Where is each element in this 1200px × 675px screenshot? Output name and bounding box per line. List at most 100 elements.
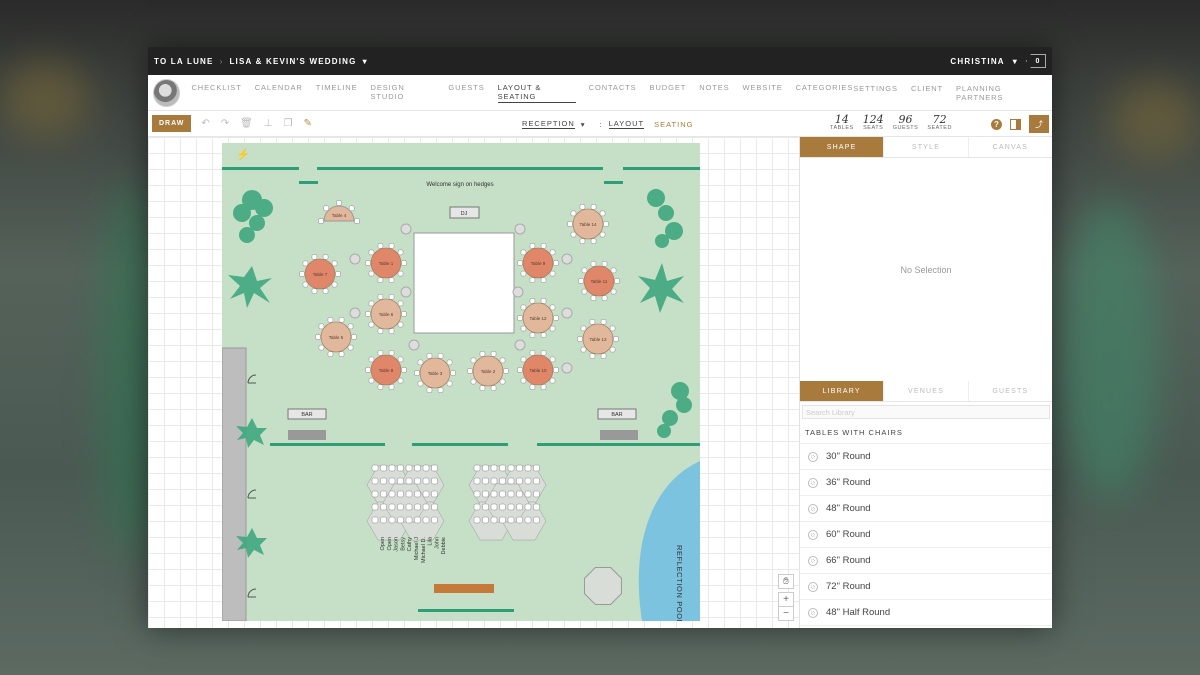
chair[interactable] — [397, 321, 404, 328]
brand-link[interactable]: TO LA LUNE — [154, 57, 214, 66]
chair[interactable] — [354, 218, 360, 224]
dance-floor[interactable] — [413, 232, 515, 334]
chair[interactable] — [590, 295, 597, 301]
ceremony-chair[interactable] — [473, 503, 481, 511]
chair[interactable] — [601, 261, 608, 267]
chair[interactable] — [581, 267, 588, 274]
avatar[interactable] — [153, 78, 181, 107]
chair[interactable] — [323, 205, 330, 212]
table-table-6[interactable]: Table 6 — [365, 294, 407, 334]
chair[interactable] — [368, 356, 375, 363]
chair[interactable] — [553, 315, 559, 321]
ceremony-chair[interactable] — [405, 490, 413, 498]
chair[interactable] — [446, 359, 453, 366]
library-item[interactable]: 36" Round — [800, 470, 1052, 496]
ceremony-chair[interactable] — [422, 516, 430, 524]
tab-library[interactable]: LIBRARY — [800, 381, 884, 401]
chair[interactable] — [479, 385, 486, 391]
placeholder-seat[interactable] — [514, 223, 526, 235]
chair[interactable] — [517, 260, 523, 266]
user-menu[interactable]: CHRISTINA — [950, 57, 1004, 66]
chair[interactable] — [311, 254, 318, 260]
chair[interactable] — [347, 344, 354, 351]
table-table-8[interactable]: Table 8 — [365, 350, 407, 390]
chair[interactable] — [567, 221, 573, 227]
table-table-3[interactable]: Table 3 — [414, 353, 456, 393]
chair[interactable] — [331, 260, 338, 267]
chair[interactable] — [437, 353, 444, 359]
chair[interactable] — [599, 231, 606, 238]
table-table-11[interactable]: Table 11 — [578, 261, 620, 301]
chair[interactable] — [520, 304, 527, 311]
chair[interactable] — [540, 277, 547, 283]
chair[interactable] — [377, 294, 384, 300]
chair[interactable] — [417, 380, 424, 387]
ceremony-chair[interactable] — [490, 503, 498, 511]
lounge-umbrella[interactable] — [584, 567, 622, 605]
placeholder-seat[interactable] — [512, 286, 524, 298]
copy-icon[interactable]: ❐ — [284, 118, 293, 129]
chair[interactable] — [580, 346, 587, 353]
nav-layout-seating[interactable]: LAYOUT & SEATING — [497, 83, 576, 103]
ceremony-chair[interactable] — [405, 464, 413, 472]
ceremony-chair[interactable] — [414, 490, 421, 498]
chair[interactable] — [549, 325, 556, 332]
ceremony-chair[interactable] — [516, 516, 523, 524]
ceremony-chair[interactable] — [533, 490, 540, 498]
building-wall[interactable] — [222, 347, 247, 621]
chair[interactable] — [368, 321, 375, 328]
ceremony-chair[interactable] — [371, 516, 379, 524]
nav-timeline[interactable]: TIMELINE — [316, 83, 358, 103]
ceremony-chair[interactable] — [507, 516, 515, 524]
ceremony-chair[interactable] — [499, 477, 506, 485]
chair[interactable] — [610, 267, 617, 274]
chair[interactable] — [549, 270, 556, 277]
ceremony-chair[interactable] — [405, 516, 413, 524]
bar-right-counter[interactable] — [600, 430, 638, 440]
chair[interactable] — [540, 384, 547, 390]
chair[interactable] — [610, 288, 617, 295]
ceremony-chair[interactable] — [371, 503, 379, 511]
chair[interactable] — [600, 353, 607, 359]
ceremony-chair[interactable] — [499, 516, 506, 524]
ceremony-chair[interactable] — [516, 464, 523, 472]
tab-shape[interactable]: SHAPE — [800, 137, 884, 157]
chair[interactable] — [397, 270, 404, 277]
align-icon[interactable]: ⊥ — [264, 118, 273, 129]
redo-icon[interactable]: ↷ — [221, 118, 229, 129]
ceremony-chair[interactable] — [414, 477, 421, 485]
chair[interactable] — [529, 332, 536, 338]
chair[interactable] — [377, 243, 384, 249]
nav-planning-partners[interactable]: PLANNING PARTNERS — [956, 84, 1048, 102]
chair[interactable] — [549, 249, 556, 256]
table-table-2[interactable]: Table 2 — [467, 351, 509, 391]
export-icon[interactable]: ⤴ — [1029, 115, 1049, 133]
chair[interactable] — [368, 377, 375, 384]
chair[interactable] — [520, 249, 527, 256]
chair[interactable] — [302, 260, 309, 267]
tab-style[interactable]: STYLE — [883, 137, 967, 157]
ceremony-chair[interactable] — [533, 516, 540, 524]
ceremony-chair[interactable] — [482, 464, 489, 472]
ceremony-chair[interactable] — [380, 516, 387, 524]
draw-button[interactable]: DRAW — [152, 115, 192, 132]
chair[interactable] — [302, 281, 309, 288]
chair[interactable] — [401, 367, 407, 373]
ceremony-chair[interactable] — [422, 464, 430, 472]
reflection-pool[interactable] — [638, 461, 700, 621]
chair[interactable] — [311, 288, 318, 294]
chair[interactable] — [368, 270, 375, 277]
table-table-12[interactable]: Table 12 — [517, 298, 559, 338]
chair[interactable] — [589, 319, 596, 325]
lightning-icon[interactable]: ⚡ — [236, 148, 250, 161]
chair[interactable] — [318, 218, 324, 224]
chair[interactable] — [336, 200, 342, 206]
ceremony-chair[interactable] — [388, 490, 396, 498]
chair[interactable] — [520, 325, 527, 332]
table-table-14[interactable]: Table 14 — [567, 204, 609, 244]
placeholder-seat[interactable] — [561, 362, 573, 374]
aisle-runner[interactable] — [434, 584, 494, 593]
chair[interactable] — [414, 370, 420, 376]
pencil-icon[interactable]: ✎ — [304, 118, 312, 129]
chair[interactable] — [299, 271, 305, 277]
